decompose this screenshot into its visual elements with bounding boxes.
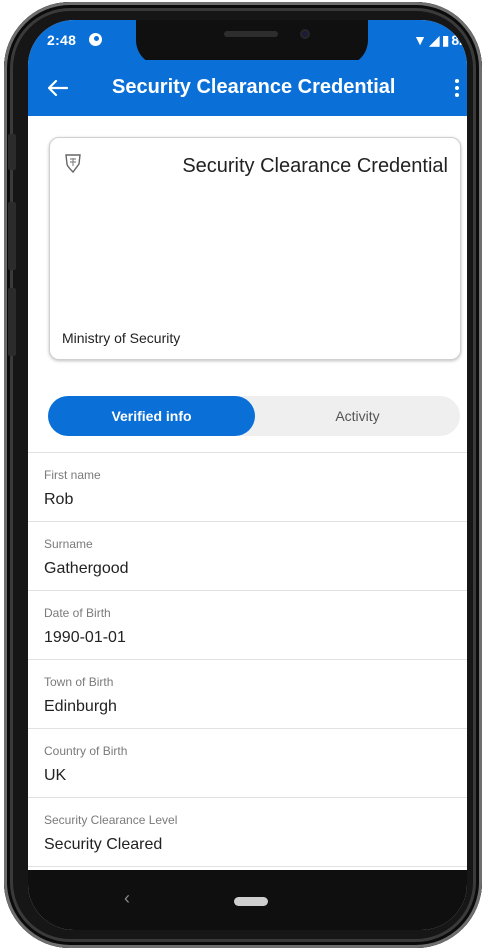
field-value: Edinburgh xyxy=(44,698,117,715)
phone-frame: 2:48 ▼ ◢ ▮ 82 Security Clearance Credential xyxy=(4,2,482,948)
nav-back-button[interactable]: ‹ xyxy=(124,888,130,909)
tab-activity[interactable]: Activity xyxy=(255,396,460,436)
crest-icon xyxy=(65,154,81,174)
more-vert-icon-dot xyxy=(455,93,459,97)
tab-verified-info[interactable]: Verified info xyxy=(48,396,255,436)
field-value: 1990-01-01 xyxy=(44,629,126,646)
card-title: Security Clearance Credential xyxy=(182,155,448,177)
field-label: Town of Birth xyxy=(44,675,114,689)
card-issuer: Ministry of Security xyxy=(62,330,181,346)
arrow-left-icon xyxy=(47,79,69,97)
info-row-first-name: First name Rob xyxy=(28,453,467,522)
system-nav-bar: ‹ xyxy=(28,870,467,930)
phone-screen: 2:48 ▼ ◢ ▮ 82 Security Clearance Credential xyxy=(28,20,467,930)
front-camera xyxy=(300,29,310,39)
more-vert-icon xyxy=(455,79,459,83)
info-row-town-of-birth: Town of Birth Edinburgh xyxy=(28,660,467,729)
volume-down-button xyxy=(8,288,16,356)
volume-up-button xyxy=(8,202,16,270)
field-label: First name xyxy=(44,468,101,482)
page-title: Security Clearance Credential xyxy=(112,76,396,98)
speaker-grille xyxy=(224,31,278,37)
field-label: Date of Birth xyxy=(44,606,111,620)
info-row-country-of-birth: Country of Birth UK xyxy=(28,729,467,798)
wifi-icon: ▼ xyxy=(413,32,427,48)
more-options-button[interactable] xyxy=(449,72,465,104)
field-value: UK xyxy=(44,767,67,784)
status-indicators: ▼ ◢ ▮ 82 xyxy=(411,32,467,49)
field-value: Security Cleared xyxy=(44,836,163,853)
signal-icon: ◢ xyxy=(428,32,440,48)
app-bar: Security Clearance Credential xyxy=(28,60,467,116)
info-row-date-of-birth: Date of Birth 1990-01-01 xyxy=(28,591,467,660)
field-label: Surname xyxy=(44,537,93,551)
back-button[interactable] xyxy=(42,72,74,104)
notification-icon xyxy=(89,33,102,46)
credential-card[interactable]: Security Clearance Credential Ministry o… xyxy=(49,137,461,360)
field-label: Country of Birth xyxy=(44,744,128,758)
mute-switch xyxy=(8,134,16,170)
battery-level: 82 xyxy=(451,32,467,48)
nav-home-button[interactable] xyxy=(234,897,268,906)
info-row-surname: Surname Gathergood xyxy=(28,522,467,591)
field-label: Security Clearance Level xyxy=(44,813,178,827)
status-time: 2:48 xyxy=(47,32,77,48)
info-row-clearance-level: Security Clearance Level Security Cleare… xyxy=(28,798,467,867)
field-value: Rob xyxy=(44,491,74,508)
verified-info-list: First name Rob Surname Gathergood Date o… xyxy=(28,452,467,867)
battery-icon: ▮ xyxy=(441,32,450,48)
segmented-tabs: Verified info Activity xyxy=(48,396,460,436)
field-value: Gathergood xyxy=(44,560,129,577)
more-vert-icon-dot xyxy=(455,86,459,90)
